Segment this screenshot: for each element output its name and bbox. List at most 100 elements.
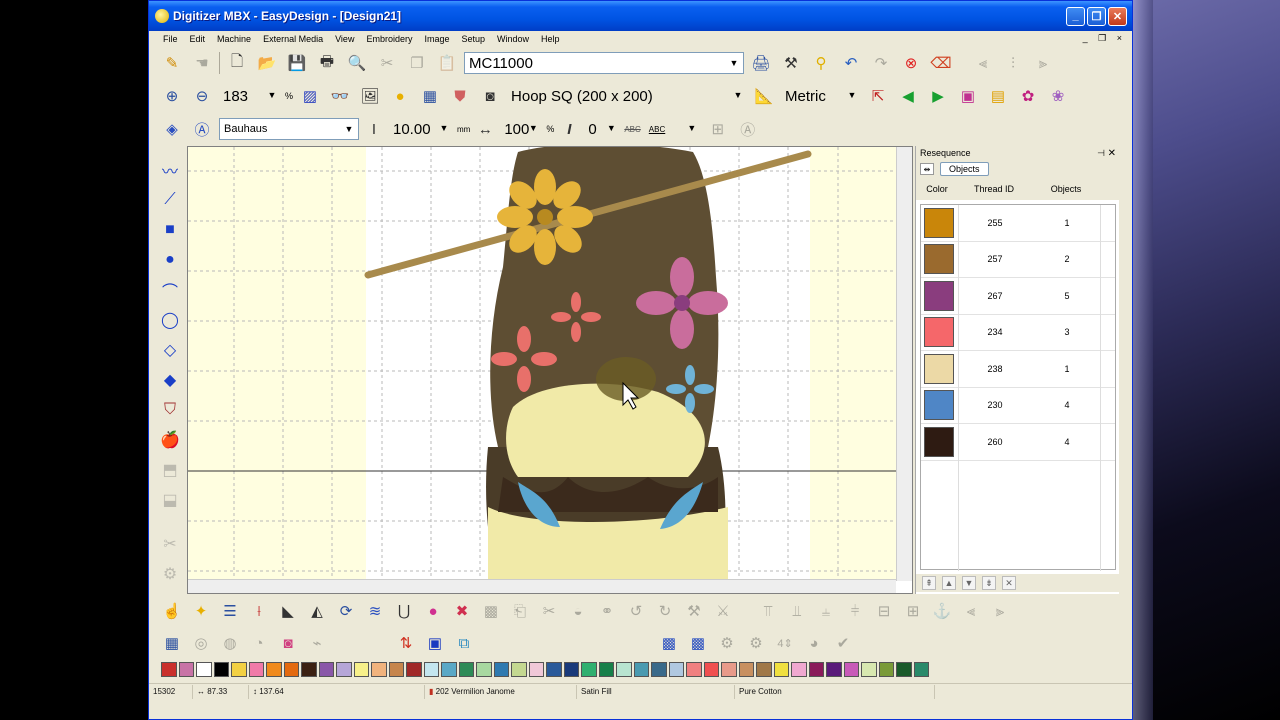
circle-select-icon[interactable]: ◎: [188, 630, 214, 656]
font-select[interactable]: Bauhaus ▼: [219, 118, 359, 140]
center-icon[interactable]: ⊟: [871, 598, 897, 624]
design-view-icon[interactable]: ▦: [159, 630, 185, 656]
circle-outline-icon[interactable]: ◯: [157, 306, 183, 333]
thread-palette-icon[interactable]: ❀: [1045, 83, 1071, 109]
palette-swatch[interactable]: [563, 662, 579, 677]
text-tool-icon[interactable]: Ⓐ: [189, 116, 215, 142]
menu-window[interactable]: Window: [497, 34, 529, 44]
width-select[interactable]: 100 ▼: [500, 118, 542, 140]
menu-view[interactable]: View: [335, 34, 354, 44]
color-blocks-icon[interactable]: ▣: [955, 83, 981, 109]
knife-icon[interactable]: ⚔: [710, 598, 736, 624]
rotate-right-icon[interactable]: ↻: [652, 598, 678, 624]
align-bottom-icon[interactable]: ⫨: [813, 598, 839, 624]
menu-image[interactable]: Image: [424, 34, 449, 44]
thread-row[interactable]: 257 2: [921, 242, 1115, 278]
cog-pattern-icon[interactable]: ⚙: [714, 630, 740, 656]
palette-swatch[interactable]: [371, 662, 387, 677]
palette-swatch[interactable]: [266, 662, 282, 677]
paste-icon[interactable]: 📋: [434, 50, 460, 76]
palette-swatch[interactable]: [301, 662, 317, 677]
palette-swatch[interactable]: [248, 662, 264, 677]
palette-swatch[interactable]: [721, 662, 737, 677]
monogram-icon[interactable]: ⬓: [157, 486, 183, 513]
hoop-view-icon[interactable]: ▣: [422, 630, 448, 656]
gear-icon[interactable]: ⚙: [743, 630, 769, 656]
palette-swatch[interactable]: [878, 662, 894, 677]
mdi-controls[interactable]: _ ❐ ×: [1083, 33, 1126, 44]
grid-pattern-icon[interactable]: ▩: [656, 630, 682, 656]
cut-icon[interactable]: ✂: [374, 50, 400, 76]
magnify-gold-icon[interactable]: ⚲: [808, 50, 834, 76]
palette-swatch[interactable]: [703, 662, 719, 677]
color-filter-icon[interactable]: ▤: [985, 83, 1011, 109]
density-icon[interactable]: ≋: [362, 598, 388, 624]
flip-icon[interactable]: ◣: [275, 598, 301, 624]
palette-swatch[interactable]: [196, 662, 212, 677]
previous-icon[interactable]: ◀: [895, 83, 921, 109]
align-right-icon[interactable]: ⫸: [1030, 50, 1056, 76]
node-edit-icon[interactable]: ⟊: [246, 598, 272, 624]
thread-row[interactable]: 230 4: [921, 388, 1115, 424]
select-objects-icon[interactable]: ⇱: [865, 83, 891, 109]
hoop-select[interactable]: Hoop SQ (200 x 200) ▼: [507, 85, 747, 107]
check-icon[interactable]: ✔: [830, 630, 856, 656]
palette-swatch[interactable]: [406, 662, 422, 677]
new-file-icon[interactable]: 🗋: [224, 50, 250, 76]
shield-icon[interactable]: ⛊: [447, 83, 473, 109]
tab-objects[interactable]: Objects: [940, 162, 989, 176]
palette-swatch[interactable]: [178, 662, 194, 677]
magic-star-icon[interactable]: ✦: [188, 598, 214, 624]
palette-swatch[interactable]: [633, 662, 649, 677]
apple-icon[interactable]: 🍎: [157, 426, 183, 453]
print-icon[interactable]: 🖶: [314, 50, 340, 76]
menu-help[interactable]: Help: [541, 34, 560, 44]
diamond-outline-icon[interactable]: ◇: [157, 336, 183, 363]
close-button[interactable]: ✕: [1108, 6, 1127, 26]
pink-ball-icon[interactable]: ●: [420, 598, 446, 624]
send-to-machine-icon[interactable]: 🖨: [748, 50, 774, 76]
move-top-icon[interactable]: ⇞: [922, 576, 936, 590]
palette-swatch[interactable]: [756, 662, 772, 677]
zoom-in-icon[interactable]: ⊕: [159, 83, 185, 109]
stitch-tool-icon[interactable]: ⚒: [778, 50, 804, 76]
minimize-button[interactable]: _: [1066, 6, 1085, 26]
menu-file[interactable]: File: [163, 34, 178, 44]
palette-swatch[interactable]: [843, 662, 859, 677]
stamp-icon[interactable]: ⎗: [507, 598, 533, 624]
palette-swatch[interactable]: [581, 662, 597, 677]
move-up-icon[interactable]: ▲: [942, 576, 956, 590]
round-icon[interactable]: ◍: [217, 630, 243, 656]
text-edit-icon[interactable]: Ⓐ: [735, 116, 761, 142]
grid-pattern-2-icon[interactable]: ▩: [685, 630, 711, 656]
italic-select[interactable]: 0 ▼: [584, 118, 620, 140]
eraser-icon[interactable]: ⌫: [928, 50, 954, 76]
text-diamond-icon[interactable]: ◈: [159, 116, 185, 142]
design-canvas[interactable]: [188, 147, 896, 581]
open-folder-icon[interactable]: 📂: [254, 50, 280, 76]
rotate-icon[interactable]: ⟳: [333, 598, 359, 624]
shape-tool-icon[interactable]: ⬒: [157, 456, 183, 483]
palette-swatch[interactable]: [791, 662, 807, 677]
palette-swatch[interactable]: [423, 662, 439, 677]
zoom-out-icon[interactable]: ⊖: [189, 83, 215, 109]
frame-pink-icon[interactable]: ◙: [275, 630, 301, 656]
group-icon[interactable]: ⚭: [594, 598, 620, 624]
pin-icon[interactable]: ⊣: [1097, 148, 1105, 159]
palette-swatch[interactable]: [493, 662, 509, 677]
palette-swatch[interactable]: [773, 662, 789, 677]
list-icon[interactable]: ☰: [217, 598, 243, 624]
palette-swatch[interactable]: [826, 662, 842, 677]
palette-swatch[interactable]: [686, 662, 702, 677]
running-stitch-icon[interactable]: 〰: [157, 156, 183, 183]
palette-swatch[interactable]: [511, 662, 527, 677]
menu-external-media[interactable]: External Media: [263, 34, 323, 44]
mirror-icon[interactable]: ◭: [304, 598, 330, 624]
anchor-icon[interactable]: ⚓: [929, 598, 955, 624]
satin-line-icon[interactable]: ⟋: [157, 186, 183, 213]
applique-shield-icon[interactable]: ⛉: [157, 396, 183, 423]
units-select[interactable]: Metric ▼: [781, 85, 861, 107]
undo-icon[interactable]: ↶: [838, 50, 864, 76]
ruler-icon[interactable]: 📐: [751, 83, 777, 109]
palette-swatch[interactable]: [808, 662, 824, 677]
